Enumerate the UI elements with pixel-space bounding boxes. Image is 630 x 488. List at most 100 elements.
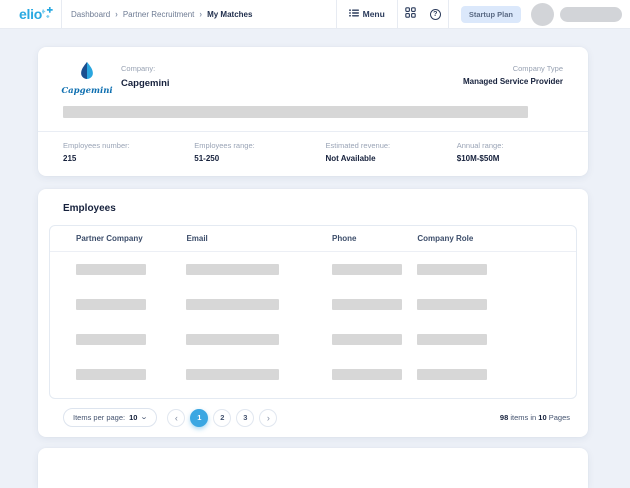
stat-annual-range: Annual range: $10M-$50M [457, 141, 588, 163]
pager: ‹ 1 2 3 › [167, 408, 278, 427]
plan-badge[interactable]: Startup Plan [460, 5, 521, 23]
column-header-email[interactable]: Email [172, 234, 318, 243]
breadcrumb-item-partner-recruitment[interactable]: Partner Recruitment [123, 10, 195, 19]
cell [62, 264, 172, 275]
breadcrumb-item-dashboard[interactable]: Dashboard [71, 10, 110, 19]
table-row[interactable] [50, 252, 576, 287]
cell [62, 334, 172, 345]
company-name: Capgemini [121, 78, 170, 89]
items-per-page-select[interactable]: Items per page: 10 ⌄ [63, 408, 158, 427]
page-button-3[interactable]: 3 [236, 408, 255, 427]
table-header-row: Partner Company Email Phone Company Role [50, 226, 576, 252]
stat-label: Employees range: [194, 141, 255, 150]
next-page-button[interactable]: › [259, 408, 278, 427]
summary-text: items in [510, 413, 537, 422]
stat-value: Not Available [325, 154, 376, 163]
apps-grid-icon [405, 5, 416, 23]
cell [318, 334, 403, 345]
description-skeleton-bar [63, 106, 528, 118]
cell-skeleton [332, 334, 403, 345]
stat-employees-range: Employees range: 51-250 [194, 141, 325, 163]
company-label: Company: [121, 64, 156, 73]
page-button-1[interactable]: 1 [190, 408, 209, 427]
top-bar-actions: Menu ? Startup Plan [335, 0, 630, 28]
column-header-partner-company[interactable]: Partner Company [62, 234, 172, 243]
table-row[interactable] [50, 357, 576, 392]
menu-button-label: Menu [362, 9, 385, 19]
main-content: Capgemini Company: Capgemini Company Typ… [0, 29, 630, 488]
items-per-page-label: Items per page: [73, 413, 126, 422]
capgemini-logo-text: Capgemini [61, 86, 113, 96]
pagination-bar: Items per page: 10 ⌄ ‹ 1 2 3 › 98 items … [63, 408, 570, 427]
company-card-header: Capgemini Company: Capgemini Company Typ… [38, 61, 588, 96]
app-logo[interactable]: elio [0, 0, 62, 28]
stat-label: Employees number: [63, 141, 130, 150]
prev-page-button[interactable]: ‹ [167, 408, 186, 427]
company-type-value: Managed Service Provider [462, 77, 563, 86]
company-stats-row: Employees number: 215 Employees range: 5… [38, 132, 588, 176]
stat-value: 215 [63, 154, 77, 163]
cell [403, 369, 564, 380]
apps-grid-button[interactable] [398, 0, 423, 28]
cell-skeleton [417, 299, 488, 310]
help-button[interactable]: ? [423, 0, 448, 28]
next-card-partial [38, 448, 588, 488]
help-glyph: ? [433, 10, 438, 18]
logo-sparkle-icon [41, 5, 53, 23]
table-row[interactable] [50, 322, 576, 357]
summary-suffix: Pages [548, 413, 570, 422]
pagination-summary: 98 items in 10 Pages [500, 413, 570, 422]
cell-skeleton [417, 369, 488, 380]
pages-count: 10 [538, 413, 547, 422]
stat-value: $10M-$50M [456, 154, 500, 163]
cell-skeleton [76, 334, 146, 345]
cell [318, 369, 403, 380]
menu-button[interactable]: Menu [337, 0, 397, 28]
stat-employees-number: Employees number: 215 [63, 141, 194, 163]
column-header-phone[interactable]: Phone [318, 234, 403, 243]
cell-skeleton [332, 369, 403, 380]
page-button-2[interactable]: 2 [213, 408, 232, 427]
stat-value: 51-250 [194, 154, 220, 163]
table-row[interactable] [50, 287, 576, 322]
cell [318, 299, 403, 310]
stat-label: Estimated revenue: [325, 141, 391, 150]
company-type-block: Company Type Managed Service Provider [463, 61, 563, 86]
employees-title: Employees [63, 203, 116, 214]
company-summary-card: Capgemini Company: Capgemini Company Typ… [38, 47, 588, 176]
cell [172, 369, 318, 380]
cell-skeleton [76, 264, 146, 275]
cell-skeleton [186, 264, 280, 275]
cell [172, 264, 318, 275]
breadcrumb: Dashboard › Partner Recruitment › My Mat… [71, 9, 252, 19]
breadcrumb-item-my-matches[interactable]: My Matches [207, 10, 252, 19]
user-name-placeholder[interactable] [560, 6, 622, 22]
stat-estimated-revenue: Estimated revenue: Not Available [326, 141, 457, 163]
breadcrumb-separator-icon: › [199, 9, 203, 19]
cell-skeleton [332, 264, 403, 275]
menu-list-icon [348, 9, 359, 19]
stat-label: Annual range: [456, 141, 504, 150]
cell-skeleton [417, 264, 488, 275]
cell-skeleton [76, 369, 146, 380]
cell [318, 264, 403, 275]
items-count: 98 [499, 413, 509, 422]
employees-card: Employees Partner Company Email Phone Co… [38, 189, 588, 437]
cell [62, 369, 172, 380]
cell [172, 299, 318, 310]
user-avatar[interactable] [531, 2, 554, 26]
column-header-company-role[interactable]: Company Role [403, 234, 564, 243]
cell-skeleton [186, 369, 280, 380]
top-bar: elio Dashboard › Partner Recruitment › M… [0, 0, 630, 29]
cell-skeleton [76, 299, 146, 310]
cell-skeleton [186, 299, 280, 310]
cell [172, 334, 318, 345]
cell [403, 264, 564, 275]
items-per-page-value: 10 [129, 413, 138, 422]
capgemini-spade-icon [76, 61, 98, 85]
cell [403, 334, 564, 345]
divider [447, 0, 449, 28]
cell-skeleton [417, 334, 488, 345]
chevron-down-icon: ⌄ [140, 413, 149, 421]
cell-skeleton [186, 334, 280, 345]
